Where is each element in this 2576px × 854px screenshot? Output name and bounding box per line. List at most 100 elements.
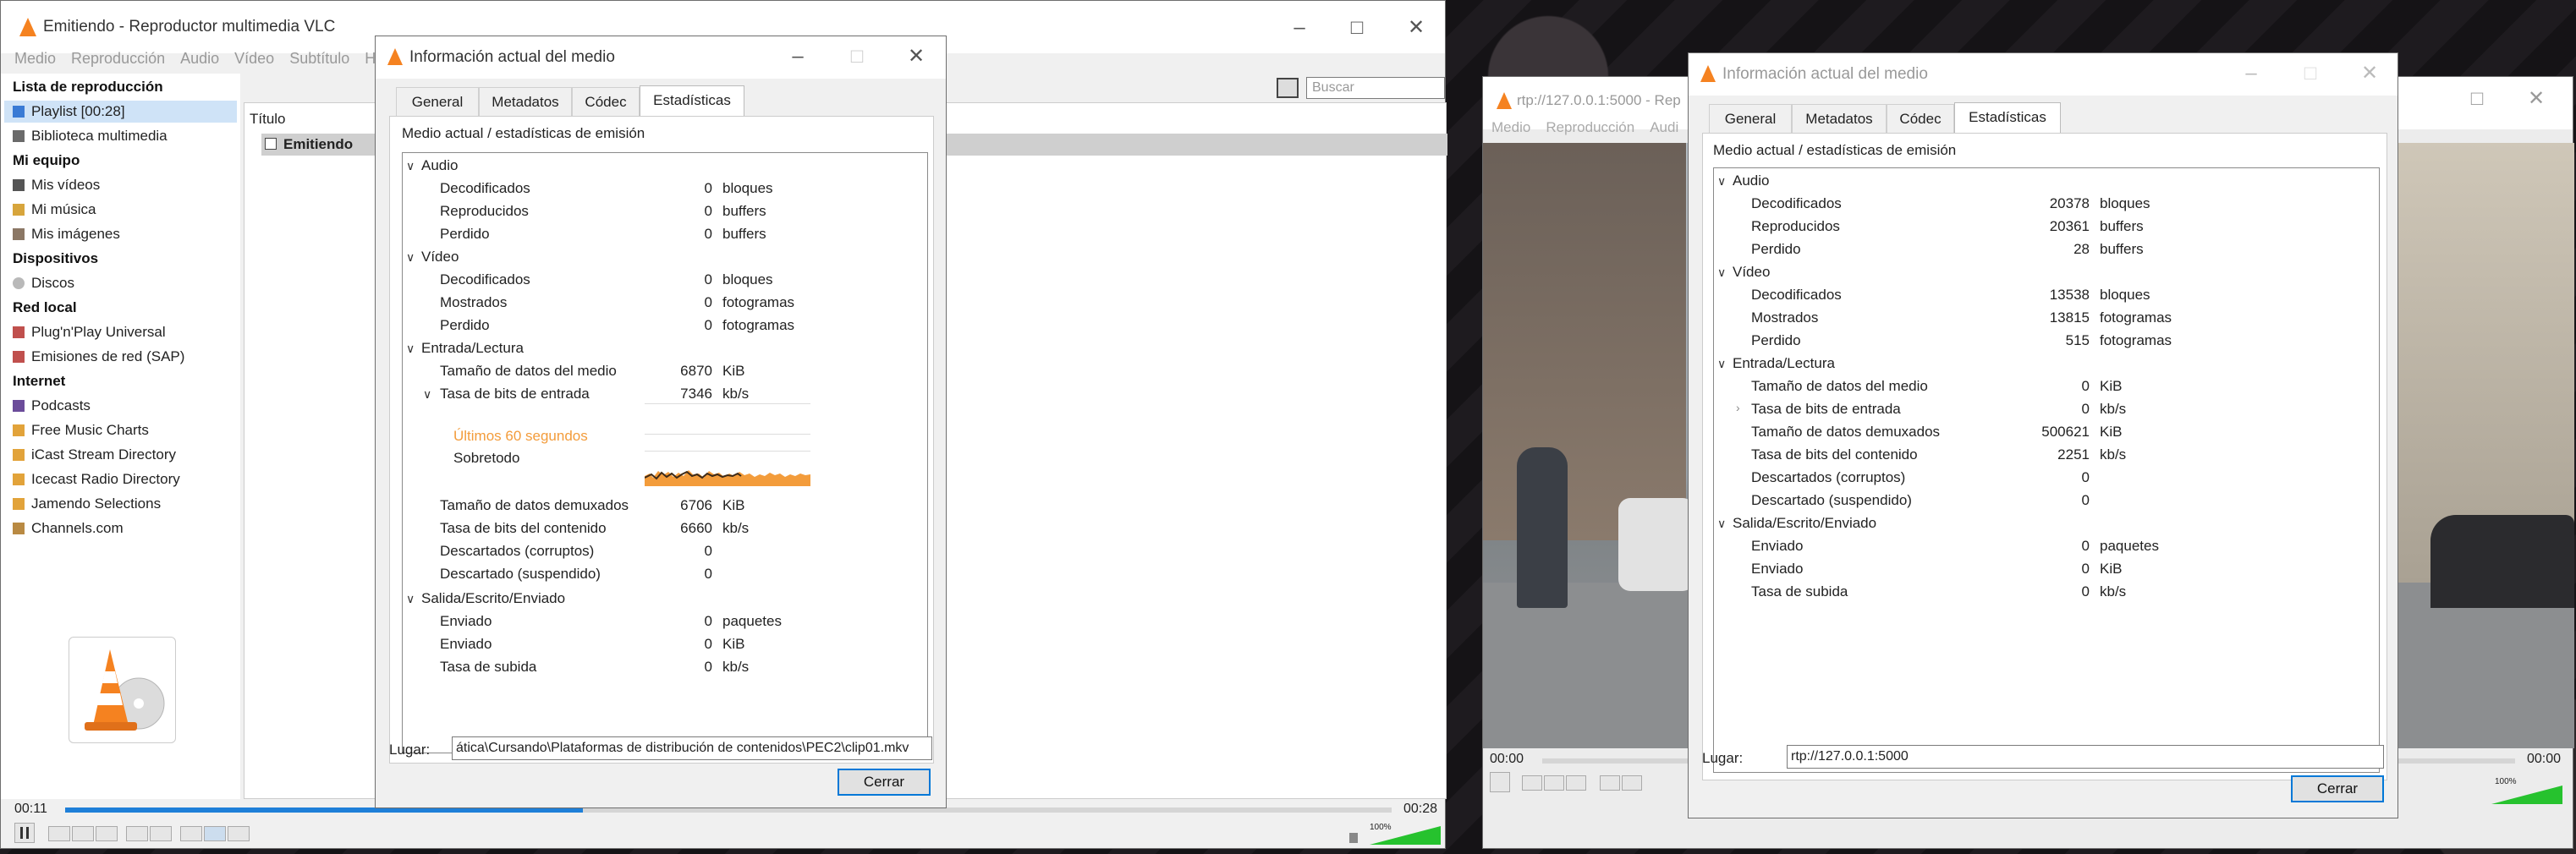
column-header-title[interactable]: Título — [250, 111, 286, 128]
close-button[interactable]: Cerrar — [838, 769, 931, 796]
shuffle-button[interactable] — [228, 826, 250, 841]
dialog-title-bar[interactable]: Información actual del medio – □ ✕ — [1689, 53, 2397, 96]
chevron-down-icon[interactable]: ∨ — [406, 592, 415, 606]
stat-label: Perdido — [1751, 241, 1801, 257]
speaker-icon[interactable] — [1349, 833, 1358, 843]
close-window-button[interactable]: ✕ — [2512, 80, 2561, 118]
minimize-button[interactable]: – — [1275, 9, 1324, 47]
tab-codec[interactable]: Códec — [572, 87, 640, 116]
bitrate-graph — [645, 470, 810, 486]
sidebar-item-discs[interactable]: Discos — [13, 275, 74, 292]
tree-node-video[interactable]: Vídeo — [421, 249, 459, 266]
tree-node-audio[interactable]: Audio — [421, 157, 458, 174]
chevron-down-icon[interactable]: ∨ — [1717, 357, 1726, 371]
stat-label: Reproducidos — [1751, 218, 1840, 234]
tree-node-output[interactable]: Salida/Escrito/Enviado — [1733, 515, 1876, 532]
fullscreen-button[interactable] — [126, 826, 148, 841]
stop-button[interactable] — [1544, 775, 1564, 791]
tab-general[interactable]: General — [396, 87, 479, 116]
sidebar-item-media-library[interactable]: Biblioteca multimedia — [13, 128, 168, 145]
sidebar-item-icecast[interactable]: Icecast Radio Directory — [13, 471, 180, 488]
sidebar-item-channels[interactable]: Channels.com — [13, 520, 124, 537]
stat-unit: paquetes — [2100, 538, 2159, 554]
sidebar-item-free-music-charts[interactable]: Free Music Charts — [13, 422, 149, 439]
menu-subtitulo[interactable]: Subtítulo — [289, 50, 349, 68]
dialog-title-bar[interactable]: Información actual del medio – □ ✕ — [376, 36, 946, 79]
sidebar-item-my-videos[interactable]: Mis vídeos — [13, 177, 100, 194]
maximize-button[interactable]: □ — [2286, 55, 2335, 92]
tab-metadata[interactable]: Metadatos — [479, 87, 572, 116]
tab-codec[interactable]: Códec — [1887, 104, 1954, 133]
previous-button[interactable] — [1522, 775, 1542, 791]
tab-statistics[interactable]: Estadísticas — [1954, 102, 2061, 134]
menu-audio[interactable]: Audi — [1650, 119, 1678, 136]
stat-value: 0 — [2081, 401, 2090, 417]
sidebar-item-my-music[interactable]: Mi música — [13, 201, 96, 218]
maximize-button[interactable]: □ — [1332, 9, 1381, 47]
stat-label: Descartado (suspendido) — [440, 566, 601, 582]
playlist-view-toggle-icon[interactable] — [1277, 78, 1299, 98]
sidebar-item-podcasts[interactable]: Podcasts — [13, 397, 91, 414]
maximize-button[interactable]: □ — [2452, 80, 2502, 118]
stat-label: Tamaño de datos demuxados — [440, 497, 629, 513]
playlist-button[interactable] — [180, 826, 202, 841]
sidebar-item-jamendo[interactable]: Jamendo Selections — [13, 495, 161, 512]
statistics-tree: ∨ Audio Decodificados 20378 bloques Repr… — [1713, 167, 2380, 773]
volume-slider[interactable] — [2491, 786, 2562, 804]
chevron-down-icon[interactable]: ∨ — [1717, 517, 1726, 531]
location-field[interactable]: ática\Cursando\Plataformas de distribuci… — [452, 736, 932, 760]
chevron-right-icon[interactable]: › — [1736, 401, 1740, 414]
sidebar-item-my-images[interactable]: Mis imágenes — [13, 226, 120, 243]
extended-settings-button[interactable] — [150, 826, 172, 841]
chevron-down-icon[interactable]: ∨ — [406, 250, 415, 265]
close-button[interactable]: Cerrar — [2291, 775, 2384, 802]
tree-node-input[interactable]: Entrada/Lectura — [1733, 355, 1835, 372]
menu-reproduccion[interactable]: Reproducción — [71, 50, 165, 68]
time-elapsed: 00:11 — [14, 802, 47, 816]
tab-general[interactable]: General — [1709, 104, 1792, 133]
next-button[interactable] — [1566, 775, 1586, 791]
close-window-button[interactable]: ✕ — [1392, 9, 1441, 47]
menu-medio[interactable]: Medio — [1491, 119, 1530, 136]
sidebar-item-playlist[interactable]: Playlist [00:28] — [13, 103, 125, 120]
chevron-down-icon[interactable]: ∨ — [406, 159, 415, 173]
tab-metadata[interactable]: Metadatos — [1792, 104, 1887, 133]
extended-settings-button[interactable] — [1622, 775, 1642, 791]
fullscreen-button[interactable] — [1600, 775, 1620, 791]
close-window-button[interactable]: ✕ — [892, 38, 941, 75]
music-note-icon — [13, 204, 25, 216]
section-header-internet: Internet — [13, 373, 66, 389]
location-field[interactable]: rtp://127.0.0.1:5000 — [1787, 745, 2384, 769]
sidebar-item-icast[interactable]: iCast Stream Directory — [13, 446, 176, 463]
chevron-down-icon[interactable]: ∨ — [1717, 174, 1726, 189]
minimize-button[interactable]: – — [2227, 55, 2276, 92]
close-window-button[interactable]: ✕ — [2345, 55, 2394, 92]
menu-medio[interactable]: Medio — [14, 50, 56, 68]
menu-video[interactable]: Vídeo — [234, 50, 274, 68]
graph-legend-overall: Sobretodo — [453, 450, 520, 466]
tree-node-input[interactable]: Entrada/Lectura — [421, 340, 524, 357]
tree-node-audio[interactable]: Audio — [1733, 172, 1769, 189]
search-input[interactable]: Buscar — [1306, 77, 1445, 99]
previous-button[interactable] — [48, 826, 70, 841]
stat-label: Tasa de subida — [440, 659, 537, 675]
play-button[interactable] — [1490, 772, 1510, 792]
playlist-row-title: Emitiendo — [283, 136, 354, 152]
maximize-button[interactable]: □ — [832, 38, 882, 75]
stop-button[interactable] — [72, 826, 94, 841]
stat-unit: buffers — [722, 203, 766, 219]
pause-button[interactable] — [14, 823, 35, 843]
chevron-down-icon[interactable]: ∨ — [1717, 266, 1726, 280]
menu-audio[interactable]: Audio — [180, 50, 219, 68]
tab-statistics[interactable]: Estadísticas — [640, 85, 744, 118]
tree-node-video[interactable]: Vídeo — [1733, 264, 1770, 281]
next-button[interactable] — [96, 826, 118, 841]
menu-reproduccion[interactable]: Reproducción — [1546, 119, 1634, 136]
sidebar-item-sap[interactable]: Emisiones de red (SAP) — [13, 348, 184, 365]
minimize-button[interactable]: – — [773, 38, 822, 75]
chevron-down-icon[interactable]: ∨ — [423, 387, 431, 402]
chevron-down-icon[interactable]: ∨ — [406, 342, 415, 356]
sidebar-item-upnp[interactable]: Plug'n'Play Universal — [13, 324, 166, 341]
loop-button[interactable] — [204, 826, 226, 841]
tree-node-output[interactable]: Salida/Escrito/Enviado — [421, 590, 565, 607]
